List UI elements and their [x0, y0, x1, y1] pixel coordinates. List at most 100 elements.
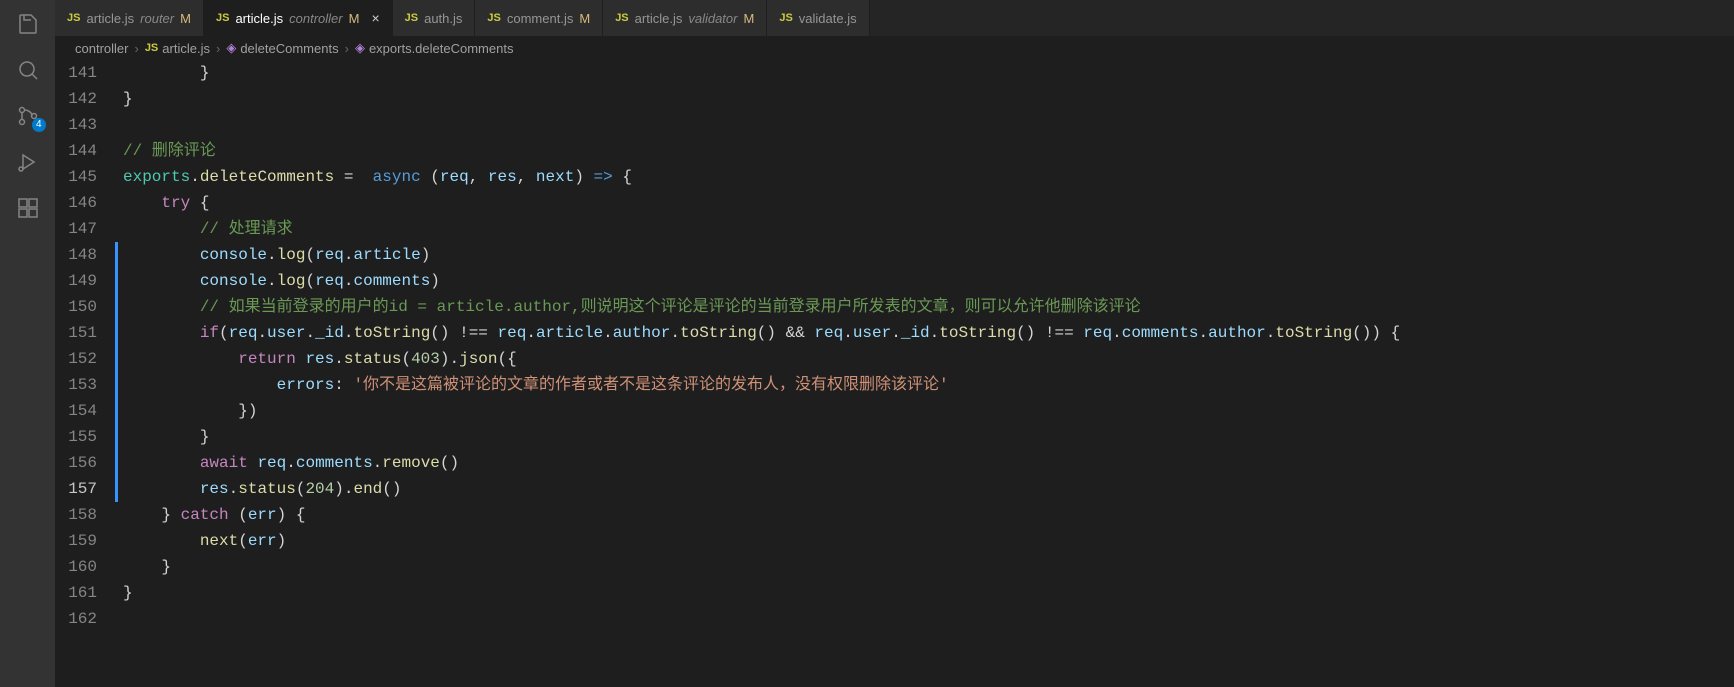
breadcrumb-file[interactable]: JS article.js — [145, 41, 210, 56]
tab-filename: article.js — [86, 11, 134, 26]
breadcrumb-folder[interactable]: controller — [75, 41, 128, 56]
breadcrumbs[interactable]: controller › JS article.js › ◈ deleteCom… — [55, 36, 1734, 60]
tab-filename: article.js — [235, 11, 283, 26]
line-modified-marker — [115, 346, 118, 372]
code-line[interactable] — [123, 112, 1734, 138]
tab-modified-indicator: M — [743, 11, 754, 26]
code-line[interactable]: errors: '你不是这篇被评论的文章的作者或者不是这条评论的发布人，没有权限… — [123, 372, 1734, 398]
line-number: 150 — [55, 294, 97, 320]
code-line[interactable]: } — [123, 554, 1734, 580]
line-modified-marker — [115, 320, 118, 346]
line-number: 148 — [55, 242, 97, 268]
js-icon: JS — [216, 12, 229, 24]
line-number: 142 — [55, 86, 97, 112]
scm-badge: 4 — [32, 118, 46, 132]
line-number: 155 — [55, 424, 97, 450]
tab-auth-js[interactable]: JSauth.js — [393, 0, 476, 36]
close-icon[interactable]: × — [371, 10, 379, 26]
line-number: 146 — [55, 190, 97, 216]
line-modified-marker — [115, 294, 118, 320]
line-modified-marker — [115, 268, 118, 294]
line-number: 143 — [55, 112, 97, 138]
tab-comment-js[interactable]: JScomment.jsM — [475, 0, 603, 36]
tab-article-js[interactable]: JSarticle.jsrouterM — [55, 0, 204, 36]
line-number: 160 — [55, 554, 97, 580]
explorer-icon[interactable] — [14, 10, 42, 38]
tab-filename: validate.js — [799, 11, 857, 26]
tab-validate-js[interactable]: JSvalidate.js — [767, 0, 869, 36]
js-icon: JS — [67, 12, 80, 24]
code-line[interactable]: return res.status(403).json({ — [123, 346, 1734, 372]
tab-filename: auth.js — [424, 11, 462, 26]
run-debug-icon[interactable] — [14, 148, 42, 176]
breadcrumb-symbol[interactable]: ◈ deleteComments — [226, 40, 338, 56]
code-line[interactable] — [123, 606, 1734, 632]
line-number: 144 — [55, 138, 97, 164]
line-modified-marker — [115, 372, 118, 398]
line-modified-marker — [115, 476, 118, 502]
symbol-icon: ◈ — [226, 40, 236, 56]
tab-article-js[interactable]: JS article.js controller M × — [204, 0, 393, 36]
code-line[interactable]: console.log(req.article) — [123, 242, 1734, 268]
code-line[interactable]: } — [123, 60, 1734, 86]
line-modified-marker — [115, 424, 118, 450]
editor[interactable]: 1411421431441451461471481491501511521531… — [55, 60, 1734, 687]
js-icon: JS — [145, 42, 158, 54]
tab-article-js[interactable]: JS article.js validator M — [603, 0, 767, 36]
code-line[interactable]: exports.deleteComments = async (req, res… — [123, 164, 1734, 190]
line-modified-marker — [115, 450, 118, 476]
tab-modified-indicator: M — [180, 11, 191, 26]
breadcrumb-file-label: article.js — [162, 41, 210, 56]
line-number: 145 — [55, 164, 97, 190]
code-line[interactable]: try { — [123, 190, 1734, 216]
code-line[interactable]: next(err) — [123, 528, 1734, 554]
code-line[interactable]: if(req.user._id.toString() !== req.artic… — [123, 320, 1734, 346]
line-number: 157 — [55, 476, 97, 502]
code-line[interactable]: await req.comments.remove() — [123, 450, 1734, 476]
breadcrumb-symbol-label: exports.deleteComments — [369, 41, 514, 56]
code-line[interactable]: res.status(204).end() — [123, 476, 1734, 502]
js-icon: JS — [487, 12, 500, 24]
code-line[interactable]: } — [123, 580, 1734, 606]
tab-modified-indicator: M — [349, 11, 360, 26]
breadcrumb-symbol[interactable]: ◈ exports.deleteComments — [355, 40, 514, 56]
main-area: JSarticle.jsrouterMJSarticle.jscontrolle… — [55, 0, 1734, 687]
line-number: 162 — [55, 606, 97, 632]
line-number: 159 — [55, 528, 97, 554]
line-modified-marker — [115, 398, 118, 424]
activity-bar: 4 — [0, 0, 55, 687]
line-number: 153 — [55, 372, 97, 398]
line-number: 151 — [55, 320, 97, 346]
line-number: 141 — [55, 60, 97, 86]
line-number: 152 — [55, 346, 97, 372]
code-line[interactable]: } — [123, 86, 1734, 112]
breadcrumb-sep: › — [134, 41, 138, 56]
code-line[interactable]: // 删除评论 — [123, 138, 1734, 164]
line-number: 154 — [55, 398, 97, 424]
search-icon[interactable] — [14, 56, 42, 84]
line-number: 161 — [55, 580, 97, 606]
code-line[interactable]: console.log(req.comments) — [123, 268, 1734, 294]
breadcrumb-symbol-label: deleteComments — [240, 41, 338, 56]
line-number-gutter: 1411421431441451461471481491501511521531… — [55, 60, 115, 687]
line-number: 149 — [55, 268, 97, 294]
line-number: 156 — [55, 450, 97, 476]
line-number: 158 — [55, 502, 97, 528]
code-line[interactable]: } catch (err) { — [123, 502, 1734, 528]
source-control-icon[interactable]: 4 — [14, 102, 42, 130]
tab-filename: article.js — [635, 11, 683, 26]
breadcrumb-sep: › — [345, 41, 349, 56]
extensions-icon[interactable] — [14, 194, 42, 222]
tab-description: validator — [688, 11, 737, 26]
code-content[interactable]: }} // 删除评论exports.deleteComments = async … — [119, 60, 1734, 687]
line-number: 147 — [55, 216, 97, 242]
breadcrumb-sep: › — [216, 41, 220, 56]
code-line[interactable]: // 处理请求 — [123, 216, 1734, 242]
tab-description: controller — [289, 11, 342, 26]
js-icon: JS — [615, 12, 628, 24]
symbol-icon: ◈ — [355, 40, 365, 56]
tab-bar: JSarticle.jsrouterMJSarticle.jscontrolle… — [55, 0, 1734, 36]
code-line[interactable]: } — [123, 424, 1734, 450]
code-line[interactable]: // 如果当前登录的用户的id = article.author,则说明这个评论… — [123, 294, 1734, 320]
code-line[interactable]: }) — [123, 398, 1734, 424]
